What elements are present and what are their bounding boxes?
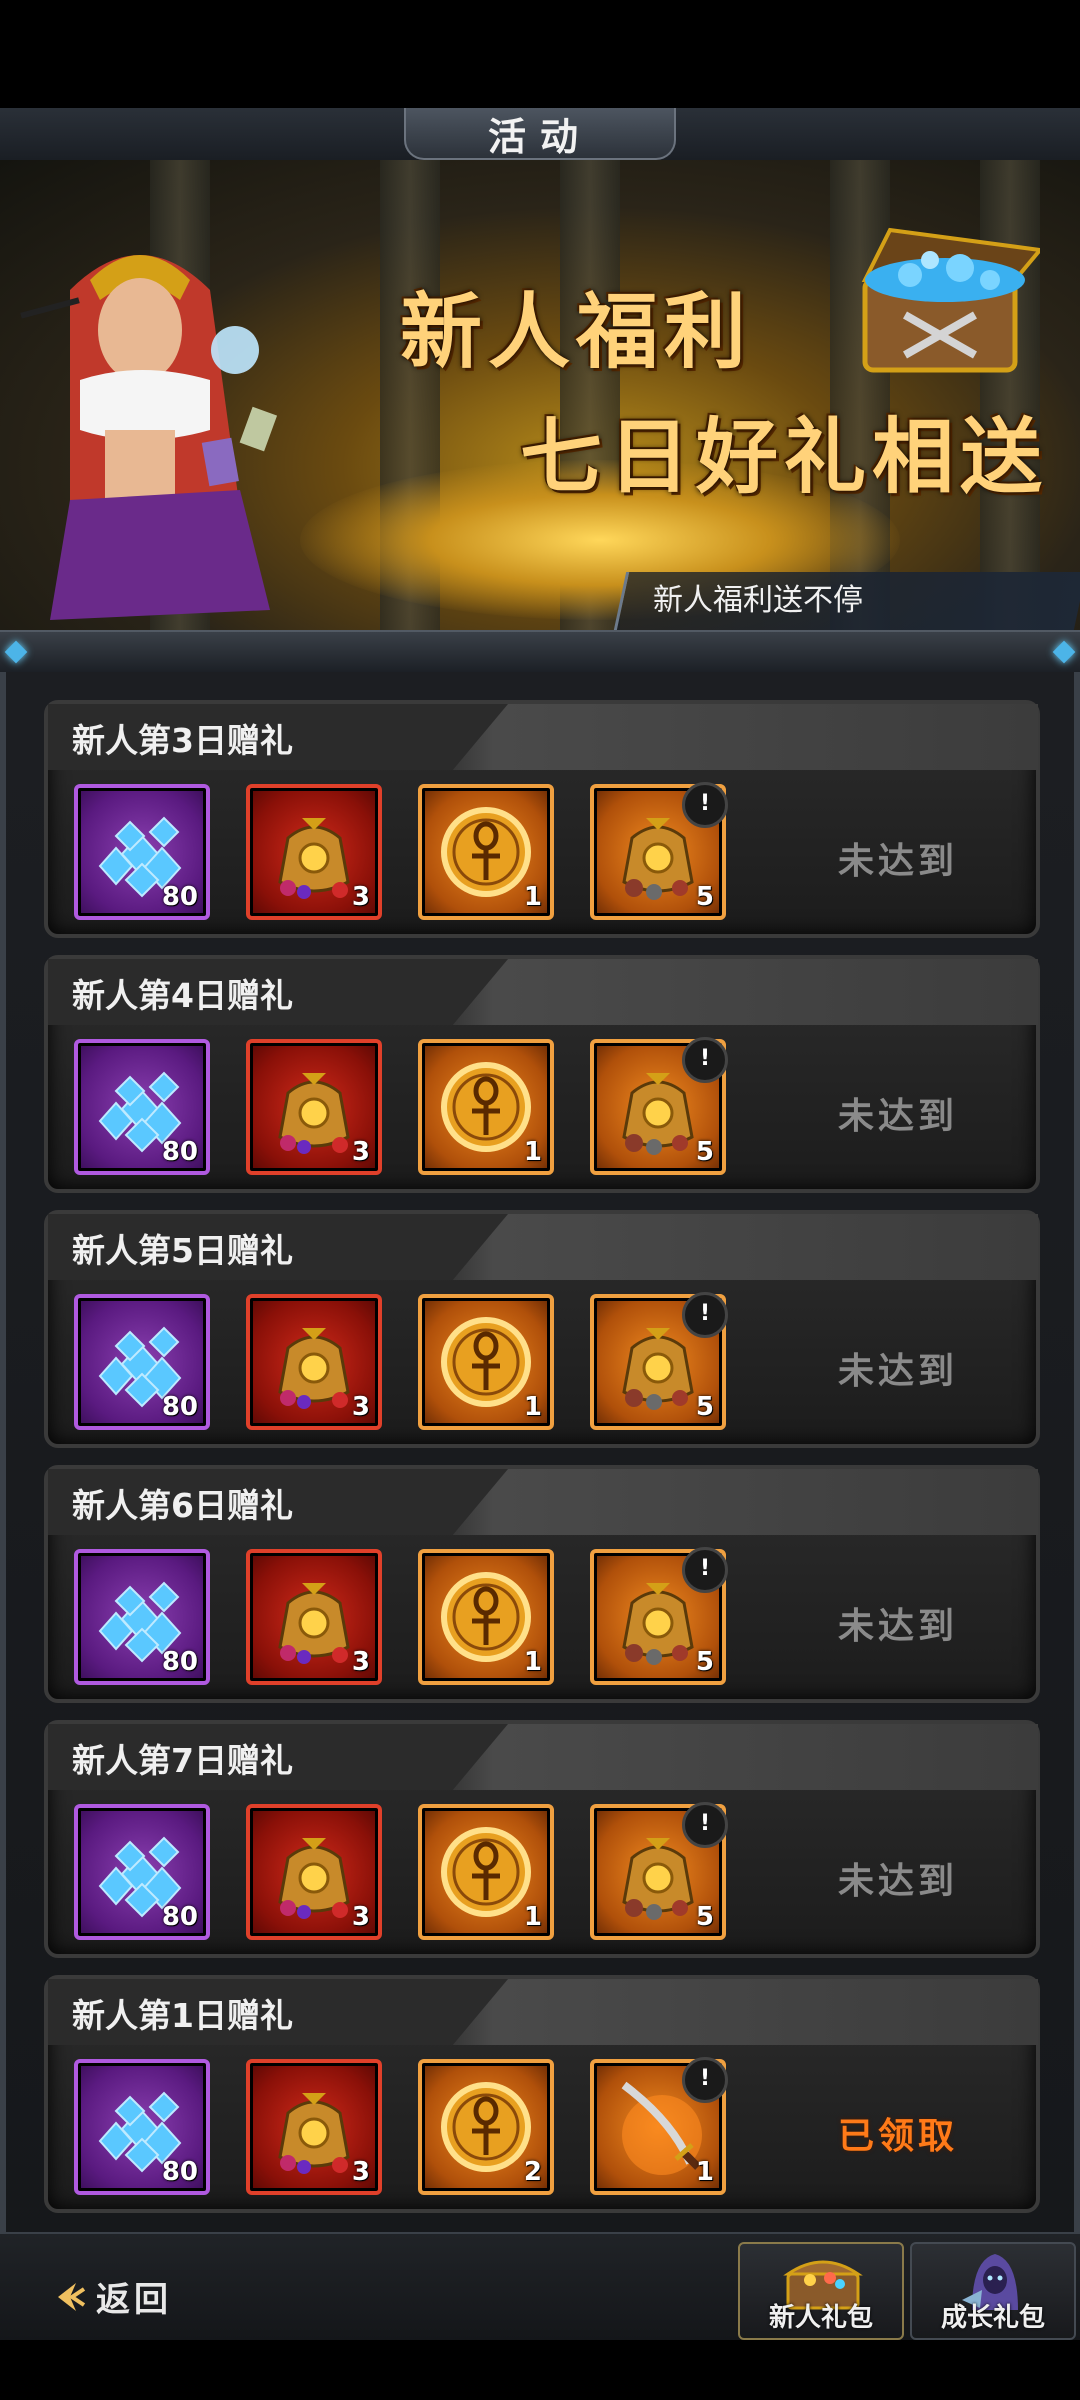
claim-status: 未达到 — [838, 1096, 959, 1137]
event-banner: 新人福利 七日好礼相送 新人福利送不停 — [0, 160, 1080, 630]
reward-item-diamond[interactable]: 80 — [74, 1804, 210, 1940]
section-divider — [0, 630, 1080, 674]
banner-headline-2: 七日好礼相送 — [520, 409, 1049, 505]
gift-card: 新人第7日赠礼 80 3 1 5! 未达到 — [44, 1720, 1040, 1958]
info-badge-icon[interactable]: ! — [682, 782, 728, 828]
reward-item-loot-bag-orange[interactable]: 5! — [590, 1547, 728, 1685]
reward-quantity: 1 — [523, 882, 542, 912]
tab-newbie-pack[interactable]: 新人礼包 — [738, 2242, 904, 2340]
fortune-teller-illustration — [20, 255, 278, 620]
reward-item-loot-bag-orange[interactable]: 5! — [590, 782, 728, 920]
reward-quantity: 80 — [161, 1392, 198, 1422]
reward-item-loot-bag-orange[interactable]: 5! — [590, 1037, 728, 1175]
reward-items: 80 3 1 5! — [74, 1292, 728, 1430]
title-bar: 活动 — [0, 108, 1080, 162]
reward-item-diamond[interactable]: 80 — [74, 784, 210, 920]
gift-title: 新人第5日赠礼 — [72, 1231, 293, 1270]
reward-item-ankh-coin[interactable]: 1 — [418, 1549, 554, 1685]
reward-quantity: 5 — [695, 1902, 714, 1932]
reward-item-diamond[interactable]: 80 — [74, 1294, 210, 1430]
reward-item-loot-bag[interactable]: 3 — [246, 1294, 382, 1430]
reward-items: 80 3 1 5! — [74, 1802, 728, 1940]
gift-title: 新人第1日赠礼 — [72, 1996, 293, 2035]
tab-growth-pack[interactable]: 成长礼包 — [910, 2242, 1076, 2340]
reward-items: 80 3 1 5! — [74, 1547, 728, 1685]
claim-status: 未达到 — [838, 841, 959, 882]
reward-items: 80 3 2 1! — [74, 2057, 728, 2195]
page-title: 活动 — [404, 108, 676, 160]
reward-item-ankh-coin[interactable]: 1 — [418, 1804, 554, 1940]
reward-quantity: 3 — [351, 1137, 370, 1167]
back-button[interactable]: 返回 — [48, 2272, 172, 2321]
gift-card: 新人第3日赠礼 80 3 1 5! 未达到 — [44, 700, 1040, 938]
reward-item-diamond[interactable]: 80 — [74, 2059, 210, 2195]
reward-quantity: 5 — [695, 1647, 714, 1677]
reward-quantity: 3 — [351, 1647, 370, 1677]
reward-item-loot-bag-orange[interactable]: 5! — [590, 1802, 728, 1940]
reward-quantity: 80 — [161, 1137, 198, 1167]
reward-quantity: 5 — [695, 882, 714, 912]
reward-items: 80 3 1 5! — [74, 1037, 728, 1175]
claim-status: 未达到 — [838, 1606, 959, 1647]
reward-quantity: 80 — [161, 2157, 198, 2187]
info-badge-icon[interactable]: ! — [682, 1802, 728, 1848]
reward-item-loot-bag[interactable]: 3 — [246, 784, 382, 920]
reward-quantity: 2 — [523, 2157, 542, 2187]
reward-item-ankh-coin[interactable]: 1 — [418, 784, 554, 920]
gift-title: 新人第6日赠礼 — [72, 1486, 293, 1525]
reward-item-ankh-coin[interactable]: 2 — [418, 2059, 554, 2195]
reward-quantity: 1 — [523, 1902, 542, 1932]
claim-status: 未达到 — [838, 1351, 959, 1392]
reward-item-ankh-coin[interactable]: 1 — [418, 1039, 554, 1175]
reward-quantity: 5 — [695, 1392, 714, 1422]
info-badge-icon[interactable]: ! — [682, 1037, 728, 1083]
status-bar — [0, 0, 1080, 108]
gift-list: 新人第3日赠礼 80 3 1 5! 未达到 新人第4日赠礼 80 3 1 5! 未达到 新人第5日赠礼 8… — [44, 700, 1040, 2230]
reward-items: 80 3 1 5! — [74, 782, 728, 920]
reward-quantity: 1 — [695, 2157, 714, 2187]
gift-card: 新人第6日赠礼 80 3 1 5! 未达到 — [44, 1465, 1040, 1703]
tab-growth-pack-label: 成长礼包 — [940, 2303, 1045, 2333]
gift-card: 新人第4日赠礼 80 3 1 5! 未达到 — [44, 955, 1040, 1193]
back-label: 返回 — [96, 2280, 172, 2320]
banner-headline-1: 新人福利 — [400, 284, 753, 380]
reward-item-sword[interactable]: 1! — [590, 2057, 728, 2195]
reward-quantity: 5 — [695, 1137, 714, 1167]
gift-title: 新人第4日赠礼 — [72, 976, 293, 1015]
gem-chest-illustration — [861, 227, 1040, 373]
gift-card: 新人第1日赠礼 80 3 2 1! 已领取 — [44, 1975, 1040, 2213]
reward-item-loot-bag[interactable]: 3 — [246, 1039, 382, 1175]
claim-status: 已领取 — [838, 2116, 959, 2157]
reward-quantity: 1 — [523, 1137, 542, 1167]
reward-quantity: 1 — [523, 1392, 542, 1422]
reward-item-loot-bag-orange[interactable]: 5! — [590, 1292, 728, 1430]
info-badge-icon[interactable]: ! — [682, 2057, 728, 2103]
reward-item-loot-bag[interactable]: 3 — [246, 1549, 382, 1685]
reward-item-loot-bag[interactable]: 3 — [246, 1804, 382, 1940]
reward-item-diamond[interactable]: 80 — [74, 1039, 210, 1175]
tab-newbie-pack-label: 新人礼包 — [768, 2303, 873, 2333]
reward-item-ankh-coin[interactable]: 1 — [418, 1294, 554, 1430]
gift-title: 新人第7日赠礼 — [72, 1741, 293, 1780]
claim-status: 未达到 — [838, 1861, 959, 1902]
gift-title: 新人第3日赠礼 — [72, 721, 293, 760]
reward-quantity: 3 — [351, 2157, 370, 2187]
gift-card: 新人第5日赠礼 80 3 1 5! 未达到 — [44, 1210, 1040, 1448]
reward-quantity: 80 — [161, 1647, 198, 1677]
reward-item-loot-bag[interactable]: 3 — [246, 2059, 382, 2195]
banner-subtitle: 新人福利送不停 — [613, 572, 1080, 630]
reward-quantity: 1 — [523, 1647, 542, 1677]
reward-quantity: 80 — [161, 1902, 198, 1932]
info-badge-icon[interactable]: ! — [682, 1292, 728, 1338]
reward-quantity: 3 — [351, 882, 370, 912]
reward-quantity: 3 — [351, 1902, 370, 1932]
reward-item-diamond[interactable]: 80 — [74, 1549, 210, 1685]
info-badge-icon[interactable]: ! — [682, 1547, 728, 1593]
reward-quantity: 3 — [351, 1392, 370, 1422]
back-arrow-icon — [58, 2282, 86, 2311]
system-nav-bar — [0, 2340, 1080, 2400]
reward-quantity: 80 — [161, 882, 198, 912]
